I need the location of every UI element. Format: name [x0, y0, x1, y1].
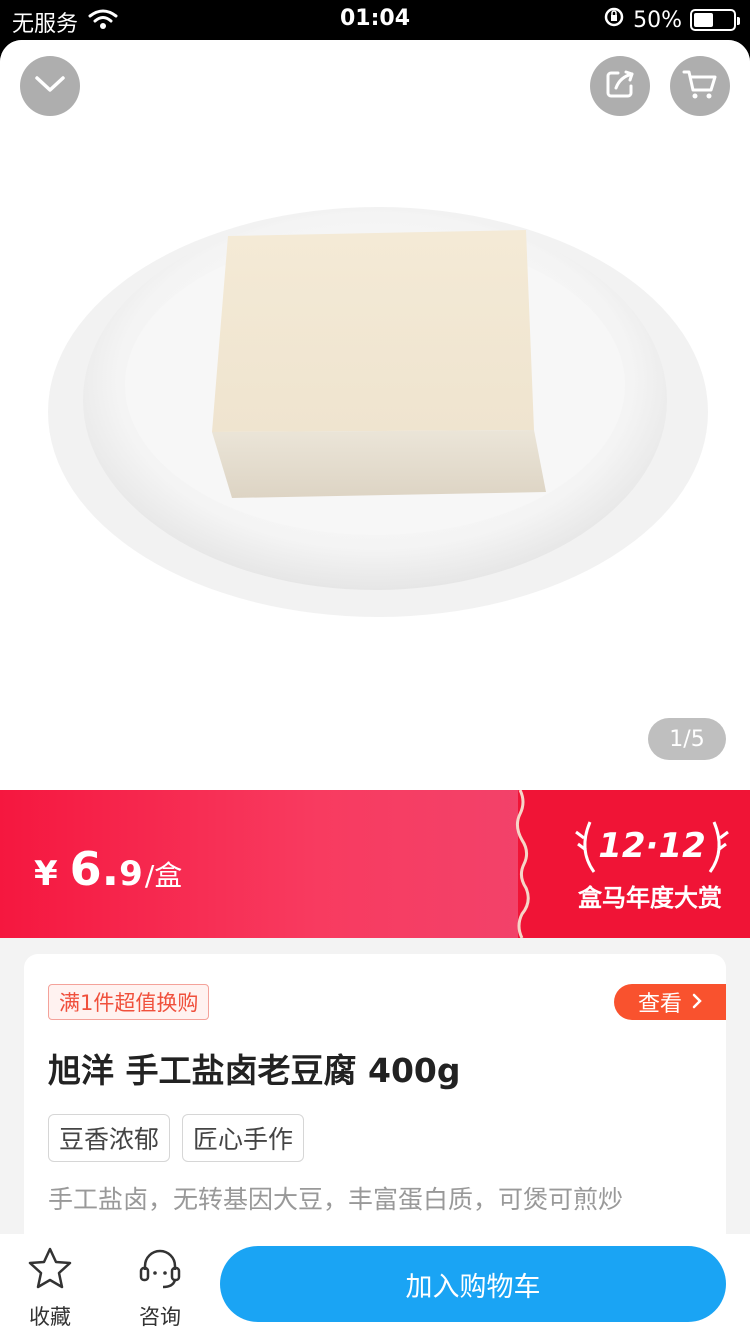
status-right: 50%	[603, 6, 740, 34]
product-gallery[interactable]: 1/5	[0, 40, 750, 790]
share-button[interactable]	[590, 56, 650, 116]
gallery-counter: 1/5	[648, 718, 726, 760]
currency-symbol: ¥	[34, 854, 58, 894]
view-label: 查看	[637, 992, 682, 1017]
share-icon	[604, 68, 636, 104]
deal-tag[interactable]: 满1件超值换购	[48, 984, 210, 1020]
collapse-button[interactable]	[20, 56, 80, 116]
favorite-button[interactable]: 收藏	[10, 1246, 90, 1331]
status-bar: 无服务 01:04 50%	[0, 0, 750, 40]
ticket-edge-icon	[515, 790, 530, 938]
feature-chip: 匠心手作	[182, 1114, 305, 1162]
battery-icon	[690, 9, 740, 31]
event-badge-number: 12·12	[598, 826, 706, 866]
product-image	[48, 207, 708, 617]
price: ¥ 6. 9 /盒	[34, 842, 182, 896]
battery-percent: 50%	[633, 7, 682, 33]
headset-icon	[137, 1246, 183, 1295]
product-sheet: 1/5 ¥ 6. 9 /盒 12·12 盒马年度大赏 满1件超值换购 查看 旭洋…	[0, 40, 750, 1334]
add-to-cart-button[interactable]: 加入购物车	[220, 1246, 726, 1322]
price-banner: ¥ 6. 9 /盒	[0, 790, 530, 938]
star-icon	[27, 1246, 73, 1295]
product-title: 旭洋 手工盐卤老豆腐 400g	[48, 1051, 461, 1090]
view-button[interactable]: 查看	[614, 984, 726, 1020]
price-integer: 6.	[69, 842, 120, 896]
battery-fill	[694, 13, 713, 27]
cart-icon	[682, 68, 718, 104]
price-decimal: 9	[119, 854, 143, 894]
product-description: 手工盐卤，无转基因大豆，丰富蛋白质，可煲可煎炒	[48, 1185, 624, 1214]
consult-button[interactable]: 咨询	[120, 1246, 200, 1331]
feature-chips: 豆香浓郁 匠心手作	[48, 1114, 305, 1162]
promo-band: ¥ 6. 9 /盒 12·12 盒马年度大赏	[0, 790, 750, 938]
cart-button[interactable]	[670, 56, 730, 116]
bottom-action-bar: 收藏 咨询 加入购物车	[0, 1234, 750, 1334]
feature-chip: 豆香浓郁	[48, 1114, 171, 1162]
consult-label: 咨询	[139, 1305, 181, 1329]
price-unit: /盒	[144, 859, 183, 892]
chevron-down-icon	[34, 74, 66, 98]
chevron-right-icon	[692, 990, 702, 1015]
favorite-label: 收藏	[29, 1305, 71, 1329]
event-label: 盒马年度大赏	[578, 884, 722, 912]
orientation-lock-icon	[603, 6, 625, 34]
